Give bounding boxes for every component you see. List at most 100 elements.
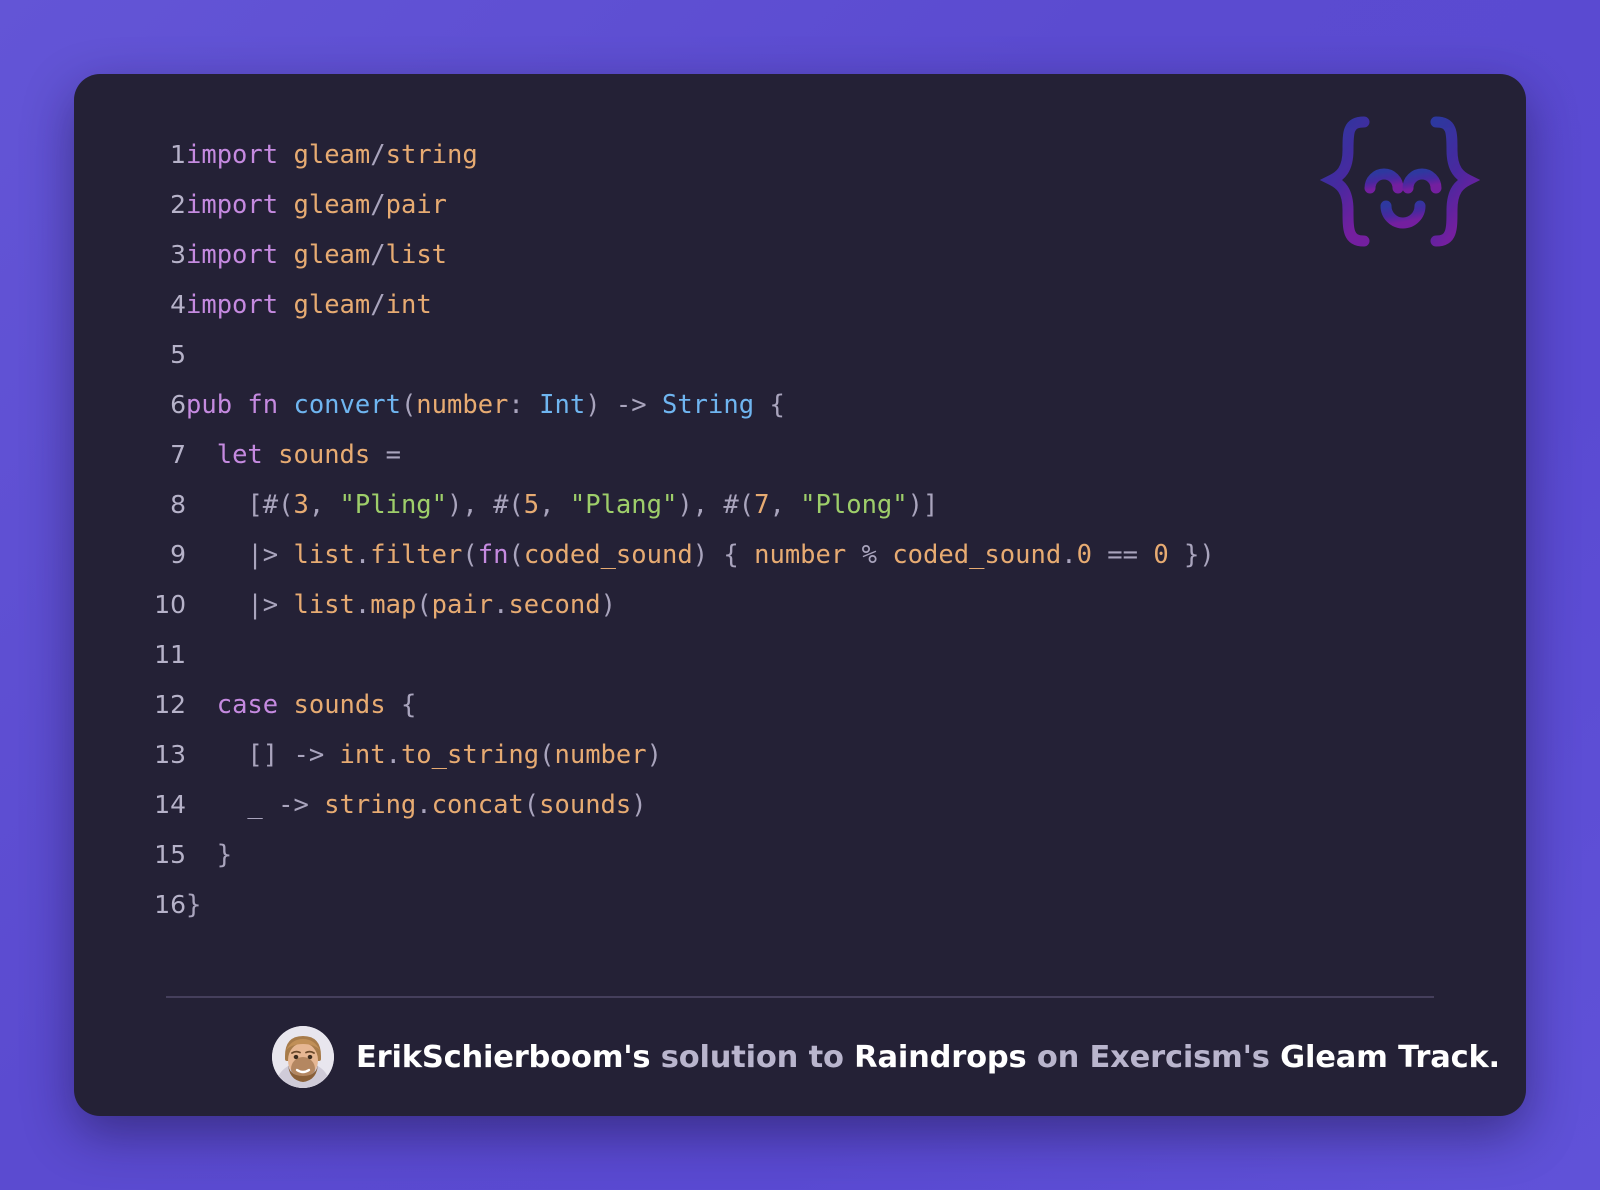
code-token: == <box>1091 540 1154 570</box>
code-token: pair <box>431 590 494 620</box>
line-number: 5 <box>170 340 186 369</box>
line-content: |> list.filter(fn(coded_sound) { number … <box>186 530 1215 580</box>
code-token: gleam <box>293 240 371 270</box>
code-token: second <box>508 590 601 620</box>
code-token: "Plang" <box>569 490 678 520</box>
code-lines-table: 1 import gleam/string 2 import gleam/pair 3 i… <box>74 130 1215 930</box>
code-token: , <box>539 490 570 520</box>
code-token: |> <box>186 540 294 570</box>
code-token: int <box>339 740 386 770</box>
code-token: filter <box>370 540 463 570</box>
code-token: ) { <box>692 540 755 570</box>
code-token: convert <box>293 390 401 420</box>
code-line: 2 import gleam/pair <box>74 180 1215 230</box>
line-content: case sounds { <box>186 680 1215 730</box>
code-token: [#( <box>186 490 294 520</box>
code-line: 10 |> list.map(pair.second) <box>74 580 1215 630</box>
line-number: 2 <box>170 190 186 219</box>
code-token: 3 <box>293 490 309 520</box>
code-token: 0 <box>1076 540 1092 570</box>
code-token: ), #( <box>677 490 755 520</box>
code-token: ( <box>539 740 555 770</box>
caption-segment: Exercism's <box>1089 1039 1270 1075</box>
code-token: . <box>354 540 371 570</box>
code-viewer: 1 import gleam/string 2 import gleam/pair 3 i… <box>74 74 1526 996</box>
code-line: 15 } <box>74 830 1215 880</box>
code-token: ) -> <box>585 390 662 420</box>
avatar <box>272 1026 334 1088</box>
code-token: / <box>370 290 386 320</box>
code-token: int <box>385 290 432 320</box>
code-token: = <box>370 440 401 470</box>
code-token: list <box>293 590 355 620</box>
line-content: import gleam/pair <box>186 180 1215 230</box>
caption-segment: Gleam Track. <box>1280 1039 1500 1075</box>
code-token: coded_sound <box>892 540 1062 570</box>
code-token: . <box>354 590 371 620</box>
code-token: / <box>370 240 386 270</box>
code-token: sounds <box>278 440 371 470</box>
code-token: string <box>385 140 478 170</box>
code-token: { <box>385 690 417 720</box>
code-token: gleam <box>293 290 371 320</box>
code-token: gleam <box>293 140 371 170</box>
code-token: / <box>370 140 386 170</box>
line-number: 10 <box>154 590 186 619</box>
code-token: map <box>370 590 417 620</box>
code-token: . <box>1061 540 1077 570</box>
code-line: 1 import gleam/string <box>74 130 1215 180</box>
code-token: list <box>293 540 355 570</box>
code-token: case <box>216 690 279 720</box>
code-token: [] -> <box>186 740 340 770</box>
line-number: 8 <box>170 490 186 519</box>
code-token: ) <box>600 590 616 620</box>
caption-segment: on <box>1026 1039 1090 1075</box>
line-number: 11 <box>154 640 186 669</box>
caption-segment: Raindrops <box>854 1039 1027 1075</box>
code-line: 16} <box>74 880 1215 930</box>
line-number: 1 <box>170 140 186 169</box>
line-number: 3 <box>170 240 186 269</box>
code-token: }) <box>1168 540 1215 570</box>
code-token: ), #( <box>447 490 524 520</box>
line-number: 9 <box>170 540 186 569</box>
line-content: } <box>186 880 1215 930</box>
code-token: |> <box>186 590 294 620</box>
line-number: 7 <box>170 440 186 469</box>
code-line: 12 case sounds { <box>74 680 1215 730</box>
code-token: . <box>416 790 432 820</box>
line-number: 6 <box>170 390 186 419</box>
line-number: 16 <box>154 890 186 919</box>
code-token: import <box>186 240 279 270</box>
code-token: )] <box>907 490 939 520</box>
line-content: import gleam/list <box>186 230 1215 280</box>
caption-segment <box>1270 1040 1280 1075</box>
code-token: number <box>754 540 847 570</box>
code-token: to_string <box>400 740 540 770</box>
line-content: [] -> int.to_string(number) <box>186 730 1215 780</box>
code-line: 7 let sounds = <box>74 430 1215 480</box>
code-token: "Plong" <box>800 490 908 520</box>
code-token: String <box>661 390 755 420</box>
line-content: import gleam/int <box>186 280 1215 330</box>
line-content <box>186 330 1215 380</box>
code-token: . <box>493 590 509 620</box>
line-number: 12 <box>154 690 186 719</box>
code-token: ( <box>416 590 432 620</box>
code-token: Int <box>539 390 586 420</box>
code-token: fn <box>477 540 509 570</box>
code-token: sounds <box>539 790 632 820</box>
code-token: let <box>216 440 263 470</box>
code-token: ( <box>462 540 478 570</box>
code-line: 11 <box>74 630 1215 680</box>
code-token: , <box>308 490 340 520</box>
code-token: sounds <box>293 690 386 720</box>
code-token: import <box>186 140 279 170</box>
line-number: 14 <box>154 790 186 819</box>
code-token: string <box>324 790 417 820</box>
code-token: list <box>385 240 448 270</box>
attribution-caption: ErikSchierboom's solution to Raindrops o… <box>356 1040 1500 1075</box>
